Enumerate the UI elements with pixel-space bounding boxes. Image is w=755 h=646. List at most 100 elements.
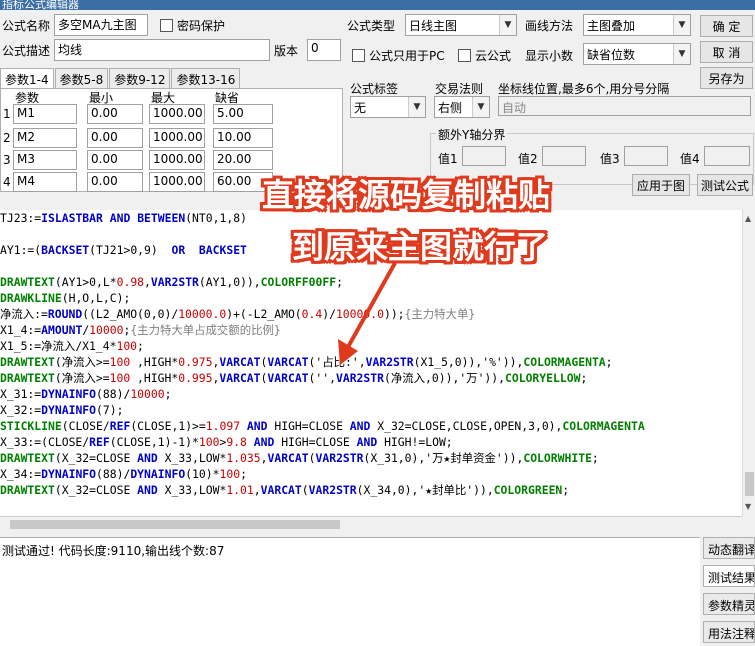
code-token: ROUND — [47, 307, 83, 321]
scroll-thumb[interactable] — [745, 472, 754, 496]
code-token: 1.01 — [226, 483, 254, 497]
param-name-field[interactable]: M1 — [13, 104, 77, 124]
code-token: ,HIGH* — [130, 371, 179, 385]
window-title: 指标公式编辑器 — [2, 0, 79, 11]
trade-select[interactable]: 右侧 ▼ — [434, 96, 490, 118]
tab-params-1-4[interactable]: 参数1-4 — [0, 68, 54, 88]
name-label: 公式名称 — [2, 19, 51, 33]
code-token: COLORWHITE — [523, 451, 592, 465]
row-index: 4 — [3, 175, 11, 189]
draw-select[interactable]: 主图叠加 ▼ — [583, 14, 691, 36]
pc-only-checkbox[interactable]: 公式只用于PC — [352, 47, 445, 64]
param-min-field[interactable]: 0.00 — [87, 172, 143, 192]
cancel-button[interactable]: 取 消 — [700, 41, 753, 63]
code-token: COLORMAGENTA — [562, 419, 645, 433]
trade-select-value: 右侧 — [438, 101, 463, 115]
code-token: 100 — [219, 467, 241, 481]
code-token: , — [253, 483, 261, 497]
password-checkbox[interactable]: 密码保护 — [160, 17, 225, 34]
code-token: DYNAINFO — [41, 403, 97, 417]
param-default-field[interactable]: 20.00 — [213, 150, 273, 170]
code-token: AY1:=( — [0, 243, 42, 257]
ok-button[interactable]: 确 定 — [700, 15, 753, 37]
code-token: ; — [240, 467, 247, 481]
tab-params-9-12[interactable]: 参数9-12 — [109, 68, 171, 88]
code-token: COLORGREEN — [493, 483, 563, 497]
code-token: (X1_5,0)),'%')), — [413, 355, 524, 369]
val1-field[interactable] — [462, 146, 506, 166]
tab-dynamic-translate[interactable]: 动态翻译 — [703, 537, 755, 559]
code-token: DRAWTEXT — [0, 451, 55, 465]
code-token: REF — [109, 419, 131, 433]
code-token: (CLOSE,1)-1)* — [109, 435, 199, 449]
code-token: ; — [164, 387, 172, 401]
val3-field[interactable] — [624, 146, 668, 166]
code-token: X_32=CLOSE,CLOSE,OPEN,3,0), — [370, 419, 563, 433]
code-token: 净流入:= — [0, 307, 48, 321]
param-default-field[interactable]: 5.00 — [213, 104, 273, 124]
code-token: ; — [562, 483, 570, 497]
row-index: 3 — [3, 153, 11, 167]
code-token: REF — [89, 435, 110, 449]
code-token: AMOUNT — [41, 323, 83, 337]
code-token: (X_32=CLOSE — [54, 483, 138, 497]
scroll-thumb[interactable] — [10, 520, 340, 529]
param-max-field[interactable]: 1000.00 — [149, 128, 205, 148]
title-bar: 指标公式编辑器 — [0, 0, 755, 11]
param-max-field[interactable]: 1000.00 — [149, 172, 205, 192]
code-token: AND — [102, 211, 138, 225]
coord-field[interactable]: 自动 — [498, 96, 751, 116]
param-default-field[interactable]: 10.00 — [213, 128, 273, 148]
save-as-button[interactable]: 另存为 — [700, 67, 753, 89]
version-field[interactable]: 0 — [307, 39, 341, 61]
name-field[interactable]: 多空MA九主图 — [54, 14, 148, 36]
code-token: VARCAT — [219, 371, 261, 385]
status-panel: 测试通过! 代码长度:9110,输出线个数:87 — [0, 537, 700, 646]
scroll-down-icon[interactable]: ▼ — [745, 502, 751, 511]
val4-field[interactable] — [704, 146, 750, 166]
tab-param-wizard[interactable]: 参数精灵 — [703, 593, 755, 615]
param-name-field[interactable]: M3 — [13, 150, 77, 170]
code-token: DRAWTEXT — [0, 371, 55, 385]
tag-label: 公式标签 — [350, 82, 399, 96]
param-min-field[interactable]: 0.00 — [87, 150, 143, 170]
code-token: 10000.0 — [178, 307, 227, 321]
code-token: ISLASTBAR — [41, 211, 103, 225]
horizontal-scrollbar[interactable] — [0, 516, 742, 532]
cloud-checkbox[interactable]: 云公式 — [458, 47, 511, 64]
code-token: DRAWTEXT — [0, 483, 55, 497]
param-max-field[interactable]: 1000.00 — [149, 104, 205, 124]
checkbox-box — [352, 49, 365, 62]
tag-select[interactable]: 无 ▼ — [350, 96, 426, 118]
code-token: X_31:= — [0, 387, 42, 401]
code-token: X_32:= — [0, 403, 42, 417]
tab-params-13-16[interactable]: 参数13-16 — [171, 68, 241, 88]
tab-test-result[interactable]: 测试结果 — [703, 565, 755, 587]
decimals-select[interactable]: 缺省位数 ▼ — [583, 43, 691, 65]
code-token: BETWEEN — [137, 211, 186, 225]
param-min-field[interactable]: 0.00 — [87, 104, 143, 124]
val2-field[interactable] — [542, 146, 586, 166]
code-token: 9.8 — [226, 435, 247, 449]
param-min-field[interactable]: 0.00 — [87, 128, 143, 148]
desc-field[interactable]: 均线 — [54, 39, 270, 61]
type-select[interactable]: 日线主图 ▼ — [405, 14, 517, 36]
scroll-up-icon[interactable]: ▲ — [745, 214, 751, 223]
param-name-field[interactable]: M2 — [13, 128, 77, 148]
code-token: X_33:=(CLOSE/ — [0, 435, 90, 449]
param-name-field[interactable]: M4 — [13, 172, 77, 192]
test-formula-button[interactable]: 测试公式 — [697, 174, 753, 196]
tab-usage-notes[interactable]: 用法注释 — [703, 621, 755, 643]
code-token: TJ23:= — [0, 211, 42, 225]
apply-to-chart-button[interactable]: 应用于图 — [632, 174, 690, 196]
code-token: AND — [246, 435, 282, 449]
code-token: {主力特大单占成交额的比例} — [130, 323, 281, 337]
vertical-scrollbar[interactable]: ▲ ▼ — [742, 210, 755, 516]
code-token: 100 — [109, 355, 131, 369]
chevron-down-icon: ▼ — [499, 15, 516, 35]
param-max-field[interactable]: 1000.00 — [149, 150, 205, 170]
code-token: 1.097 — [205, 419, 241, 433]
type-label: 公式类型 — [347, 19, 396, 33]
desc-label: 公式描述 — [2, 44, 51, 58]
tab-params-5-8[interactable]: 参数5-8 — [54, 68, 109, 88]
